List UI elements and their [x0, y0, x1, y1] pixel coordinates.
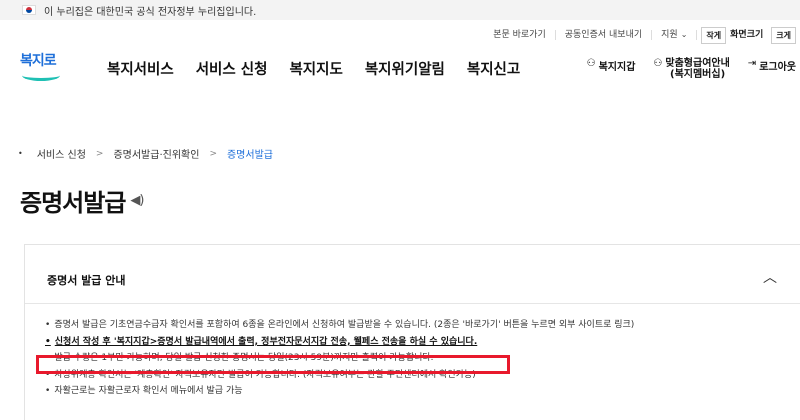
- my-welfare-button[interactable]: ⚇ 복지지갑: [587, 58, 636, 73]
- speaker-icon[interactable]: ◀): [130, 193, 144, 208]
- chevron-right-icon: >: [95, 148, 104, 159]
- size-large-button[interactable]: 크게: [771, 26, 796, 44]
- info-text: 증명서 발급은 기초연금수급자 확인서를 포함하여 6종을 온라인에서 신청하여…: [54, 320, 635, 330]
- bullet-icon: •: [18, 149, 23, 158]
- gov-banner-text: 이 누리집은 대한민국 공식 전자정부 누리집입니다.: [44, 6, 257, 18]
- breadcrumb: • 서비스 신청 > 증명서발급·진위확인 > 증명서발급: [18, 146, 273, 162]
- skip-to-content-link[interactable]: 본문 바로가기: [484, 30, 556, 40]
- main-nav: 복지서비스 서비스 신청 복지지도 복지위기알림 복지신고: [107, 58, 542, 79]
- custom-benefit-button[interactable]: ⚇ 맞춤형급여안내 (복지멤버십): [653, 58, 729, 80]
- page-title: 증명서발급 ◀): [20, 183, 144, 218]
- breadcrumb-item-cert-verify[interactable]: 증명서발급·진위확인: [113, 146, 199, 161]
- user-plus-icon: ⚇: [653, 58, 663, 69]
- custom-benefit-line2: (복지멤버십): [670, 69, 726, 80]
- my-welfare-label: 복지지갑: [598, 62, 636, 73]
- support-menu[interactable]: 지원 ⌄: [652, 30, 698, 40]
- page-title-text: 증명서발급: [20, 189, 126, 217]
- highlight-box: [36, 355, 510, 374]
- nav-service-apply[interactable]: 서비스 신청: [196, 58, 268, 79]
- logo-text[interactable]: 복지로: [20, 50, 57, 70]
- header-actions: ⚇ 복지지갑 ⚇ 맞춤형급여안내 (복지멤버십) ⇥ 로그아웃: [587, 58, 800, 80]
- nav-welfare-report[interactable]: 복지신고: [467, 58, 520, 79]
- bullet-icon: •: [45, 320, 51, 330]
- support-label: 지원: [661, 30, 678, 40]
- gov-banner: 이 누리집은 대한민국 공식 전자정부 누리집입니다.: [0, 0, 800, 20]
- utility-bar: 본문 바로가기 공동인증서 내보내기 지원 ⌄ 작게 화면크기 크게: [484, 25, 800, 45]
- info-text: 자활근로는 자활근로자 확인서 메뉴에서 발급 가능: [54, 386, 243, 397]
- logout-label: 로그아웃: [759, 62, 796, 73]
- panel-heading: 증명서 발급 안내: [47, 274, 126, 287]
- custom-benefit-label: 맞춤형급여안내 (복지멤버십): [665, 58, 729, 80]
- nav-welfare-map[interactable]: 복지지도: [289, 58, 342, 79]
- info-line: • 자활근로는 자활근로자 확인서 메뉴에서 발급 가능: [45, 383, 634, 400]
- breadcrumb-item-service-apply[interactable]: 서비스 신청: [37, 146, 86, 161]
- export-cert-link[interactable]: 공동인증서 내보내기: [556, 30, 653, 40]
- nav-welfare-service[interactable]: 복지서비스: [107, 58, 174, 79]
- bullet-icon: •: [45, 336, 51, 347]
- info-line: • 신청서 작성 후 '복지지갑>증명서 발급내역에서 출력, 정부전자문서지갑 …: [45, 334, 634, 351]
- nav-welfare-alert[interactable]: 복지위기알림: [365, 58, 445, 79]
- size-label: 화면크기: [730, 30, 764, 40]
- cert-info-panel: 증명서 발급 안내 ︿ • 증명서 발급은 기초연금수급자 확인서를 포함하여 6…: [24, 244, 800, 420]
- panel-divider: [25, 303, 800, 304]
- info-text: 신청서 작성 후 '복지지갑>증명서 발급내역에서 출력, 정부전자문서지갑 전…: [54, 336, 478, 347]
- logout-icon: ⇥: [747, 58, 757, 69]
- logout-button[interactable]: ⇥ 로그아웃: [748, 58, 796, 73]
- chevron-down-icon: ⌄: [680, 30, 688, 39]
- logo-swoosh-icon: [22, 70, 60, 81]
- breadcrumb-item-current: 증명서발급: [226, 150, 273, 161]
- info-line: • 증명서 발급은 기초연금수급자 확인서를 포함하여 6종을 온라인에서 신청하…: [45, 317, 634, 334]
- korea-flag-icon: [22, 5, 36, 15]
- user-icon: ⚇: [586, 58, 596, 69]
- size-small-button[interactable]: 작게: [701, 26, 727, 44]
- custom-benefit-line1: 맞춤형급여안내: [665, 58, 730, 69]
- chevron-up-icon[interactable]: ︿: [763, 267, 777, 287]
- bullet-icon: •: [45, 386, 51, 397]
- chevron-right-icon: >: [209, 148, 217, 159]
